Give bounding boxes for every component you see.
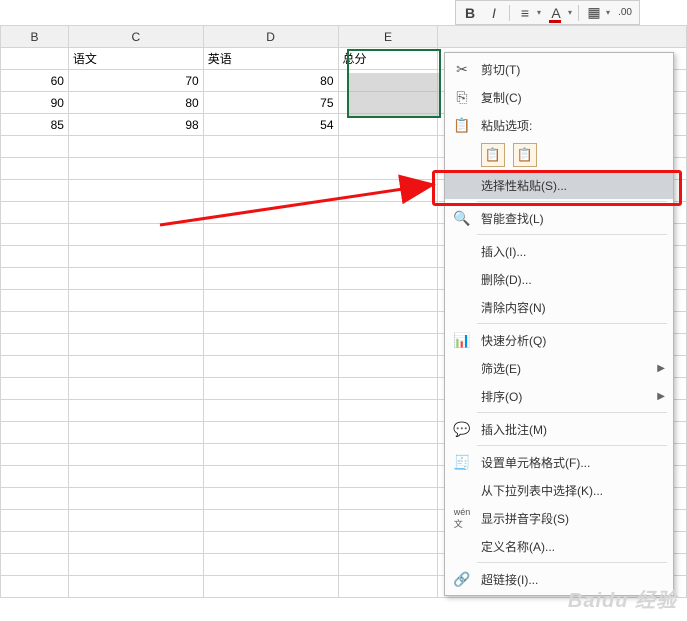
separator [578, 5, 579, 21]
cell: 98 [68, 114, 203, 136]
menu-format-cells[interactable]: 🧾 设置单元格格式(F)... [445, 448, 673, 476]
menu-quick-analysis[interactable]: 📊 快速分析(Q) [445, 326, 673, 354]
context-menu: ✂ 剪切(T) ⎘ 复制(C) 📋 粘贴选项: 📋 📋 选择性粘贴(S)... … [444, 52, 674, 596]
menu-separator [477, 412, 667, 413]
menu-label: 设置单元格格式(F)... [481, 454, 665, 471]
menu-label: 粘贴选项: [481, 117, 665, 134]
font-color-button[interactable]: A [547, 4, 565, 22]
paste-options-row: 📋 📋 [445, 139, 673, 171]
mini-toolbar: B I ≡ ▾ A ▾ ▦ ▾ .00 [455, 0, 640, 25]
comment-icon: 💬 [451, 419, 473, 439]
cell: 85 [1, 114, 69, 136]
col-header-b[interactable]: B [1, 26, 69, 48]
menu-label: 筛选(E) [481, 360, 657, 377]
dropdown-arrow-icon[interactable]: ▾ [606, 8, 610, 17]
menu-insert[interactable]: 插入(I)... [445, 237, 673, 265]
col-header-d[interactable]: D [203, 26, 338, 48]
link-icon: 🔗 [451, 569, 473, 589]
menu-define-name[interactable]: 定义名称(A)... [445, 532, 673, 560]
menu-smart-lookup[interactable]: 🔍 智能查找(L) [445, 204, 673, 232]
menu-label: 快速分析(Q) [481, 332, 665, 349]
border-button[interactable]: ▦ [585, 4, 603, 22]
menu-delete[interactable]: 删除(D)... [445, 265, 673, 293]
menu-separator [477, 234, 667, 235]
menu-separator [477, 445, 667, 446]
menu-label: 定义名称(A)... [481, 538, 665, 555]
menu-filter[interactable]: 筛选(E) ▶ [445, 354, 673, 382]
col-header-f[interactable] [438, 26, 687, 48]
menu-label: 插入批注(M) [481, 421, 665, 438]
menu-label: 智能查找(L) [481, 210, 665, 227]
cell: 80 [203, 70, 338, 92]
menu-clear[interactable]: 清除内容(N) [445, 293, 673, 321]
decimal-button[interactable]: .00 [616, 4, 634, 22]
separator [509, 5, 510, 21]
menu-dropdown-pick[interactable]: 从下拉列表中选择(K)... [445, 476, 673, 504]
menu-show-pinyin[interactable]: wén文 显示拼音字段(S) [445, 504, 673, 532]
blank-icon [451, 269, 473, 289]
annotation-highlight-box [432, 170, 682, 206]
cell[interactable]: 语文 [68, 48, 203, 70]
blank-icon [451, 480, 473, 500]
bold-button[interactable]: B [461, 4, 479, 22]
dropdown-arrow-icon[interactable]: ▾ [537, 8, 541, 17]
blank-icon [451, 358, 473, 378]
menu-label: 清除内容(N) [481, 299, 665, 316]
blank-icon [451, 241, 473, 261]
align-button[interactable]: ≡ [516, 4, 534, 22]
menu-cut[interactable]: ✂ 剪切(T) [445, 55, 673, 83]
submenu-arrow-icon: ▶ [657, 391, 665, 402]
menu-paste-options: 📋 粘贴选项: [445, 111, 673, 139]
menu-label: 剪切(T) [481, 61, 665, 78]
italic-button[interactable]: I [485, 4, 503, 22]
menu-label: 插入(I)... [481, 243, 665, 260]
cell: 54 [203, 114, 338, 136]
blank-icon [451, 536, 473, 556]
menu-separator [477, 323, 667, 324]
cell[interactable]: 英语 [203, 48, 338, 70]
watermark: Baidu 经验 [568, 584, 677, 613]
menu-label: 从下拉列表中选择(K)... [481, 482, 665, 499]
format-icon: 🧾 [451, 452, 473, 472]
cell: 70 [68, 70, 203, 92]
clipboard-icon: 📋 [451, 115, 473, 135]
menu-insert-comment[interactable]: 💬 插入批注(M) [445, 415, 673, 443]
menu-sort[interactable]: 排序(O) ▶ [445, 382, 673, 410]
cell: 90 [1, 92, 69, 114]
cell[interactable]: 总分 [338, 48, 438, 70]
search-icon: 🔍 [451, 208, 473, 228]
pinyin-icon: wén文 [451, 508, 473, 528]
col-header-c[interactable]: C [68, 26, 203, 48]
copy-icon: ⎘ [451, 87, 473, 107]
col-header-e[interactable]: E [338, 26, 438, 48]
menu-separator [477, 562, 667, 563]
submenu-arrow-icon: ▶ [657, 363, 665, 374]
menu-label: 复制(C) [481, 89, 665, 106]
cell: 80 [68, 92, 203, 114]
cell: 60 [1, 70, 69, 92]
menu-label: 排序(O) [481, 388, 657, 405]
blank-icon [451, 297, 473, 317]
menu-label: 删除(D)... [481, 271, 665, 288]
menu-label: 显示拼音字段(S) [481, 510, 665, 527]
cell: 75 [203, 92, 338, 114]
dropdown-arrow-icon[interactable]: ▾ [568, 8, 572, 17]
paste-option-default[interactable]: 📋 [481, 143, 505, 167]
analysis-icon: 📊 [451, 330, 473, 350]
menu-copy[interactable]: ⎘ 复制(C) [445, 83, 673, 111]
scissors-icon: ✂ [451, 59, 473, 79]
blank-icon [451, 386, 473, 406]
paste-option-values[interactable]: 📋 [513, 143, 537, 167]
